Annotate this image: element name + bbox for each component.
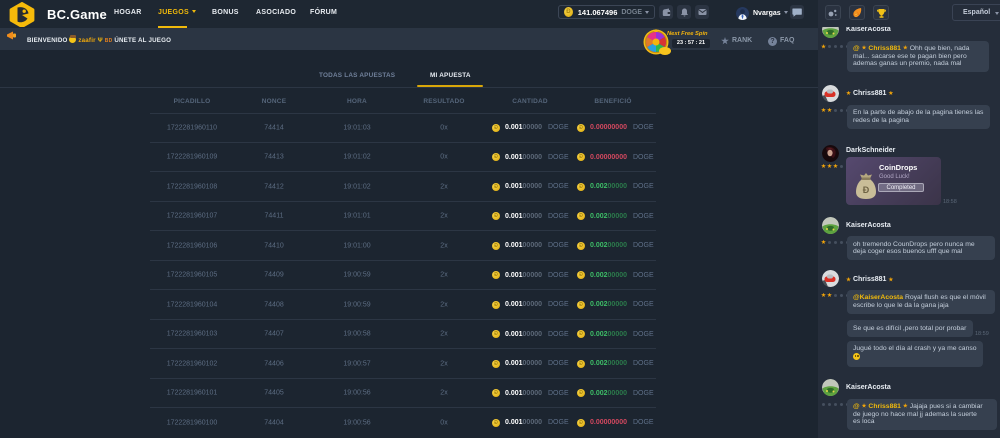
svg-text:Đ: Đ xyxy=(863,185,870,195)
svg-text:B: B xyxy=(854,13,858,19)
